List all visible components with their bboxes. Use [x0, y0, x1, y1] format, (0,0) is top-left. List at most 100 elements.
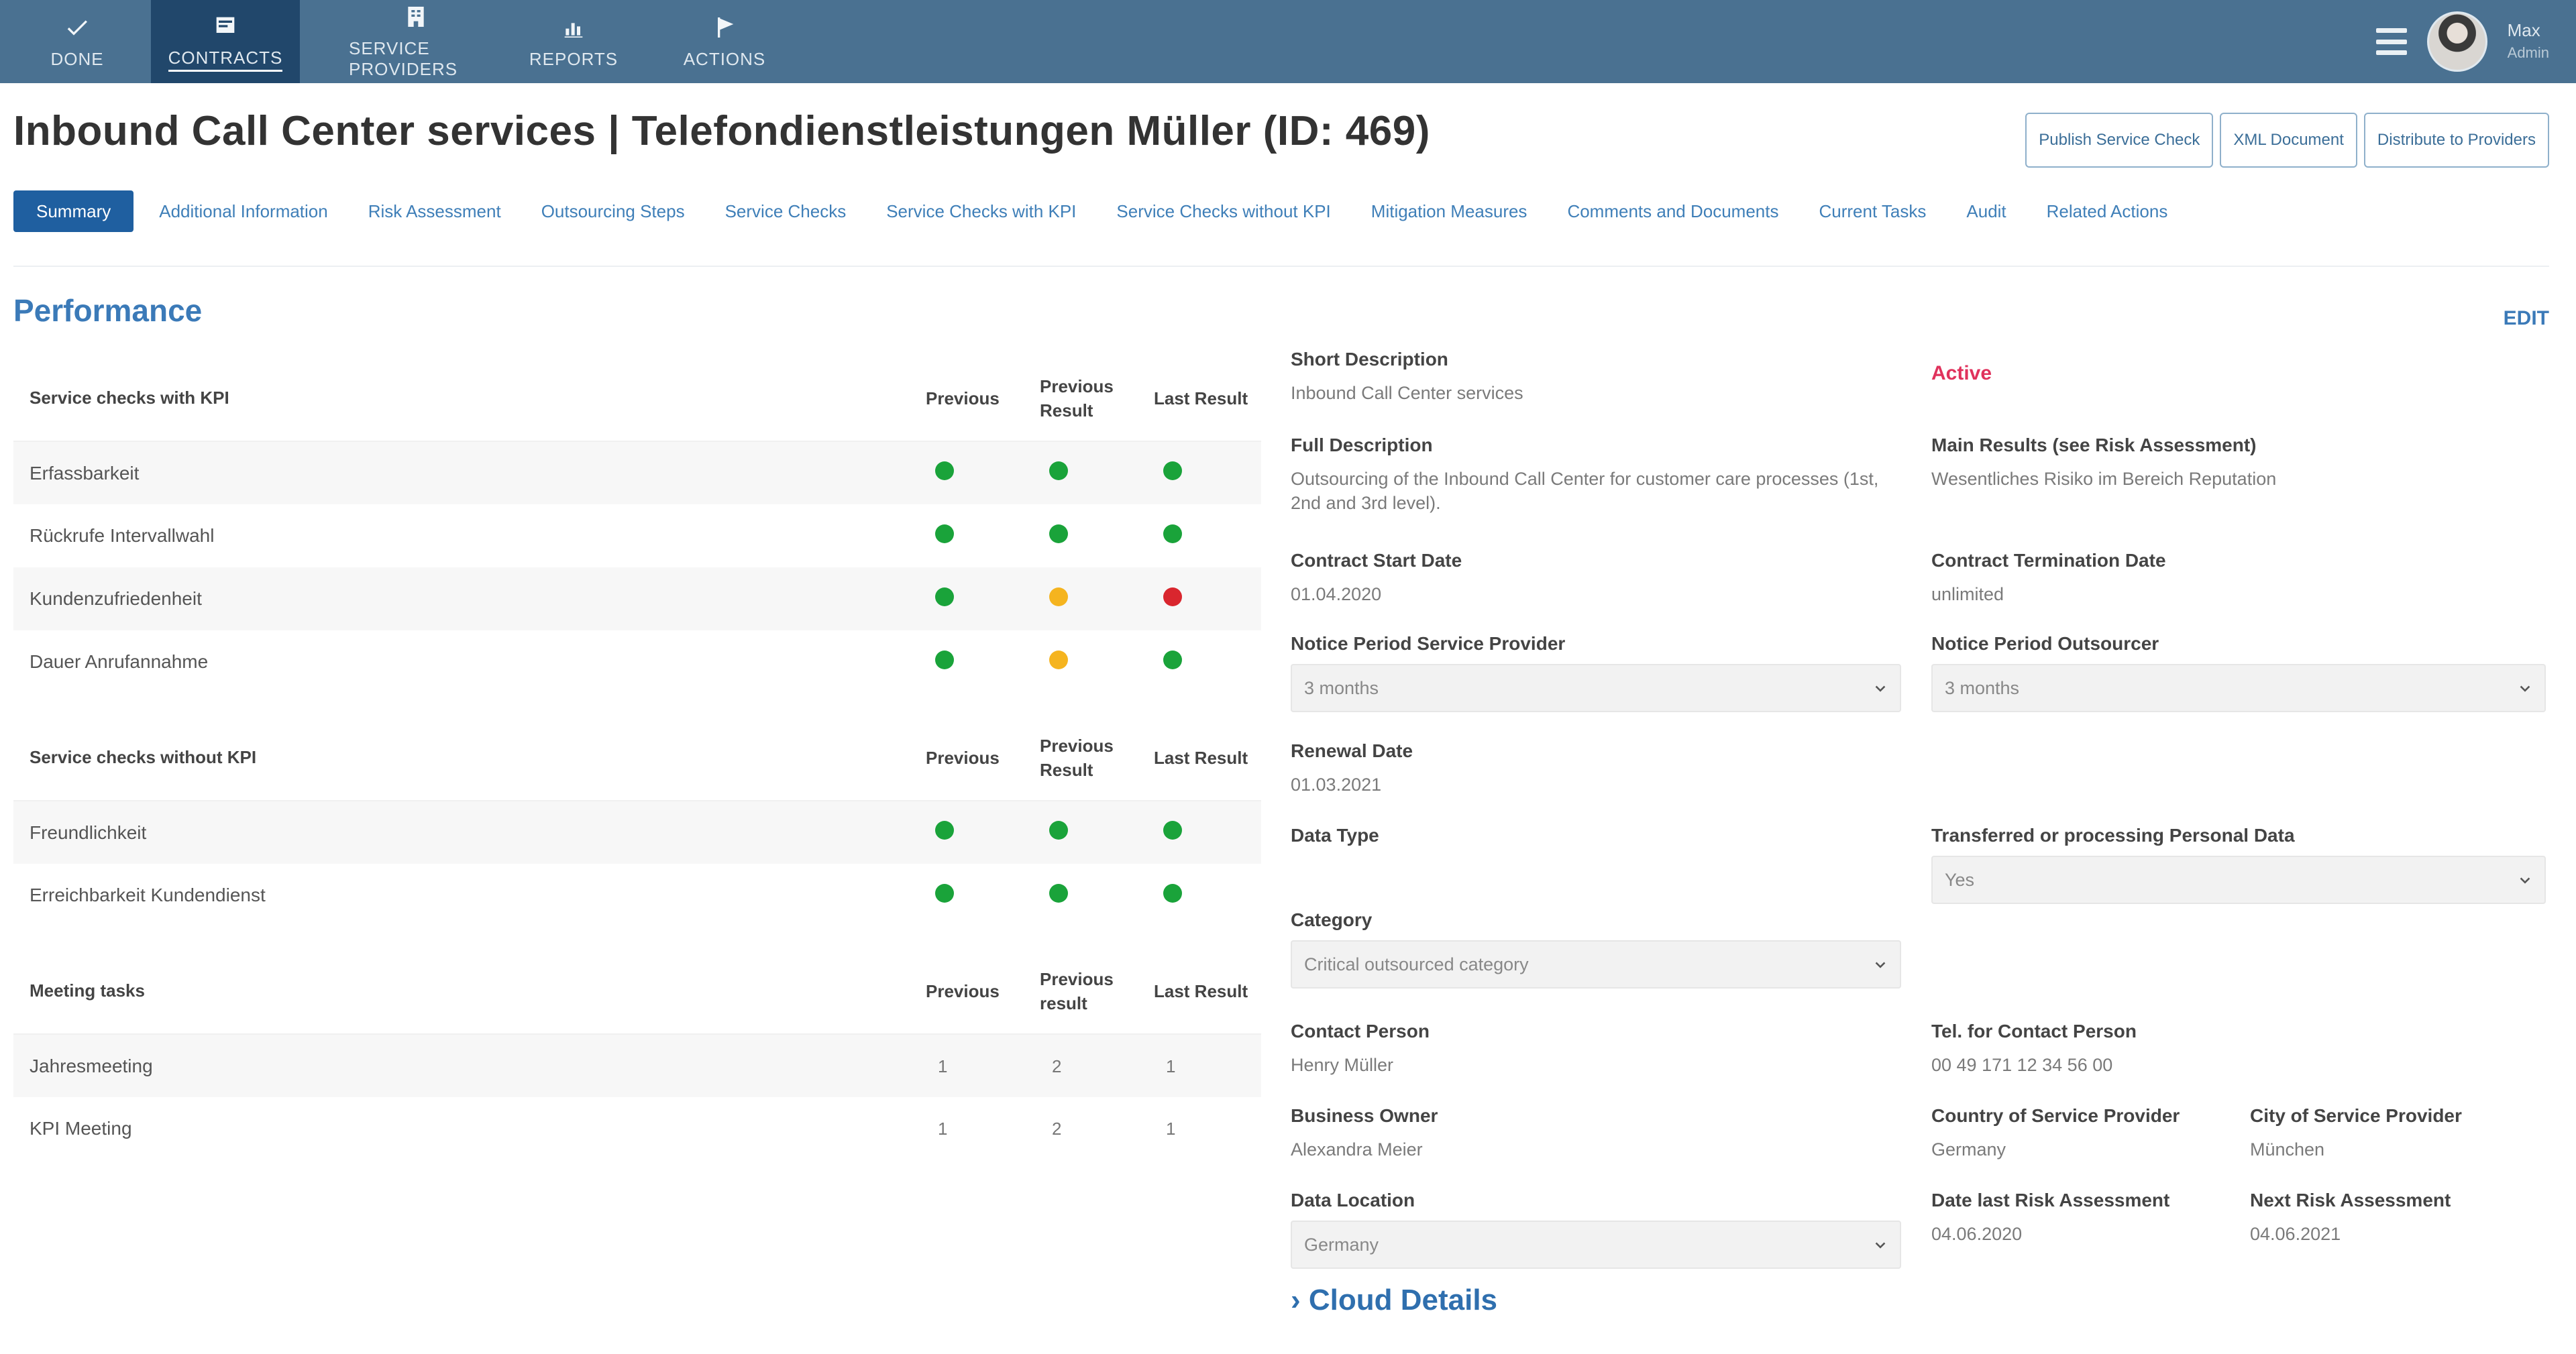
- edit-link[interactable]: EDIT: [2504, 307, 2549, 330]
- col-previous-result: Previous Result: [1033, 715, 1147, 801]
- notice-provider-select[interactable]: 3 months: [1291, 664, 1901, 712]
- col-previous: Previous: [919, 355, 1033, 442]
- menu-icon[interactable]: [2375, 28, 2407, 55]
- tab-mitigation-measures[interactable]: Mitigation Measures: [1351, 190, 1548, 232]
- renewal-date-field: Renewal Date 01.03.2021: [1291, 740, 1894, 797]
- tab-current-tasks[interactable]: Current Tasks: [1799, 190, 1946, 232]
- nav-contracts[interactable]: Contracts: [151, 0, 300, 83]
- status-dot: [1049, 883, 1068, 903]
- field-value: Henry Müller: [1291, 1055, 1394, 1075]
- status-dot: [935, 650, 954, 669]
- status-badge: Active: [1931, 362, 1992, 384]
- tab-service-checks-without-kpi[interactable]: Service Checks without KPI: [1096, 190, 1350, 232]
- main-results-field: Main Results (see Risk Assessment) Wesen…: [1931, 435, 2535, 491]
- nav-done[interactable]: Done: [27, 0, 127, 83]
- nav-service-providers[interactable]: Service Providers: [349, 0, 483, 83]
- tab-audit[interactable]: Audit: [1946, 190, 2026, 232]
- city-provider-field: City of Service Provider München: [2250, 1105, 2545, 1162]
- nav-user-area: Max Admin: [2375, 0, 2549, 83]
- status-dot: [1163, 821, 1182, 840]
- performance-tables: Service checks with KPI Previous Previou…: [13, 355, 1261, 1182]
- tab-service-checks-with-kpi[interactable]: Service Checks with KPI: [866, 190, 1096, 232]
- notice-outsourcer-field: Notice Period Outsourcer 3 months: [1931, 633, 2546, 712]
- chevron-down-icon: [1873, 957, 1888, 972]
- publish-service-check-button[interactable]: Publish Service Check: [2025, 113, 2214, 168]
- chevron-down-icon: [1873, 681, 1888, 695]
- status-dot: [1163, 650, 1182, 669]
- field-label: Date last Risk Assessment: [1931, 1190, 2170, 1210]
- tab-additional-information[interactable]: Additional Information: [139, 190, 347, 232]
- field-value: Alexandra Meier: [1291, 1139, 1423, 1160]
- date-last-risk-field: Date last Risk Assessment 04.06.2020: [1931, 1190, 2240, 1246]
- meeting-tasks-table: Meeting tasks Previous Previous result L…: [13, 948, 1261, 1160]
- field-value: 04.06.2021: [2250, 1224, 2341, 1244]
- table-row[interactable]: KPI Meeting 1 2 1: [13, 1097, 1261, 1160]
- field-value: 01.04.2020: [1291, 584, 1382, 604]
- tab-service-checks[interactable]: Service Checks: [705, 190, 867, 232]
- section-title: Performance: [13, 293, 203, 328]
- table-row[interactable]: Freundlichkeit: [13, 801, 1261, 864]
- table-header: Service checks with KPI: [13, 355, 919, 442]
- non-kpi-checks-table: Service checks without KPI Previous Prev…: [13, 715, 1261, 927]
- flag-icon: [710, 13, 739, 42]
- status-dot: [1049, 524, 1068, 543]
- transferred-data-select[interactable]: Yes: [1931, 856, 2546, 904]
- field-label: Contract Termination Date: [1931, 550, 2166, 571]
- table-row[interactable]: Erfassbarkeit: [13, 441, 1261, 504]
- row-label: Dauer Anrufannahme: [30, 651, 209, 672]
- notice-outsourcer-select[interactable]: 3 months: [1931, 664, 2546, 712]
- short-description-field: Short Description Inbound Call Center se…: [1291, 349, 1894, 405]
- field-label: Contract Start Date: [1291, 550, 1462, 571]
- field-label: Business Owner: [1291, 1105, 1438, 1126]
- status-dot: [1049, 821, 1068, 840]
- field-label: Contact Person: [1291, 1021, 1430, 1041]
- field-value: unlimited: [1931, 584, 2004, 604]
- table-row[interactable]: Erreichbarkeit Kundendienst: [13, 864, 1261, 927]
- check-icon: [62, 13, 92, 42]
- table-row[interactable]: Kundenzufriedenheit: [13, 567, 1261, 630]
- data-type-field: Data Type: [1291, 825, 1894, 846]
- tab-comments-documents[interactable]: Comments and Documents: [1547, 190, 1799, 232]
- col-previous: Previous: [919, 948, 1033, 1035]
- next-risk-field: Next Risk Assessment 04.06.2021: [2250, 1190, 2545, 1246]
- user-info[interactable]: Max Admin: [2508, 19, 2549, 64]
- col-previous-result: Previous Result: [1033, 355, 1147, 442]
- status-dot: [1163, 461, 1182, 480]
- table-header: Meeting tasks: [13, 948, 919, 1035]
- avatar[interactable]: [2426, 11, 2487, 72]
- col-last-result: Last Result: [1147, 355, 1261, 442]
- field-label: Full Description: [1291, 435, 1433, 455]
- field-label: Tel. for Contact Person: [1931, 1021, 2137, 1041]
- field-label: Transferred or processing Personal Data: [1931, 825, 2295, 846]
- count-value: 1: [938, 1056, 948, 1076]
- tab-outsourcing-steps[interactable]: Outsourcing Steps: [521, 190, 705, 232]
- select-value: Critical outsourced category: [1304, 954, 1529, 974]
- select-value: Yes: [1945, 869, 1975, 890]
- field-value: Inbound Call Center services: [1291, 383, 1523, 403]
- distribute-providers-button[interactable]: Distribute to Providers: [2363, 113, 2549, 168]
- chart-icon: [559, 13, 588, 42]
- tabs-divider: [13, 266, 2549, 267]
- category-select[interactable]: Critical outsourced category: [1291, 940, 1901, 989]
- table-row[interactable]: Jahresmeeting 1 2 1: [13, 1034, 1261, 1097]
- top-navbar: Done Contracts Service Providers Reports…: [0, 0, 2576, 83]
- data-location-select[interactable]: Germany: [1291, 1221, 1901, 1269]
- cloud-details-link[interactable]: › Cloud Details: [1291, 1284, 1497, 1317]
- field-value: Wesentliches Risiko im Bereich Reputatio…: [1931, 469, 2277, 489]
- table-row[interactable]: Dauer Anrufannahme: [13, 630, 1261, 693]
- status-dot: [1163, 587, 1182, 606]
- table-row[interactable]: Rückrufe Intervallwahl: [13, 504, 1261, 567]
- nav-reports[interactable]: Reports: [527, 0, 621, 83]
- status-dot: [935, 461, 954, 480]
- xml-document-button[interactable]: XML Document: [2220, 113, 2357, 168]
- nav-actions[interactable]: Actions: [678, 0, 771, 83]
- row-label: Jahresmeeting: [13, 1034, 919, 1097]
- col-previous-result: Previous result: [1033, 948, 1147, 1035]
- business-owner-field: Business Owner Alexandra Meier: [1291, 1105, 1894, 1162]
- field-label: Data Location: [1291, 1190, 1415, 1210]
- transferred-data-field: Transferred or processing Personal Data …: [1931, 825, 2546, 904]
- tab-risk-assessment[interactable]: Risk Assessment: [348, 190, 521, 232]
- col-last-result: Last Result: [1147, 715, 1261, 801]
- tab-related-actions[interactable]: Related Actions: [2027, 190, 2188, 232]
- tab-summary[interactable]: Summary: [13, 190, 134, 232]
